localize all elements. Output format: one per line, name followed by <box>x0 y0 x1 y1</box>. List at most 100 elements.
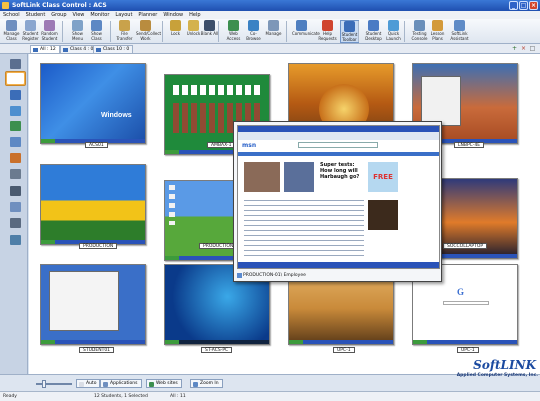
web-access-icon <box>228 20 239 31</box>
applications-button[interactable] <box>9 136 22 148</box>
zoom-in-button[interactable]: Zoom In <box>190 379 223 388</box>
toolbar-label: Quick Launch <box>386 31 401 41</box>
quick-launch-button[interactable]: Quick Launch <box>384 20 403 41</box>
menu-group[interactable]: Group <box>51 11 66 19</box>
audio-button[interactable] <box>9 89 22 101</box>
tab-all[interactable]: All : 12 <box>30 45 60 53</box>
blank-all-button[interactable]: Blank All <box>200 20 219 37</box>
assistant-icon <box>454 20 465 31</box>
monitor-button[interactable] <box>9 152 22 164</box>
student-name: ACS01 <box>85 142 108 148</box>
student-register-button[interactable]: Student Register <box>21 20 40 41</box>
auto-button[interactable]: Auto <box>76 379 101 388</box>
menu-student[interactable]: Student <box>26 11 46 19</box>
minimize-button[interactable]: _ <box>509 1 518 10</box>
lock-button[interactable]: Lock <box>166 20 185 37</box>
show-class-button[interactable]: Show Class <box>87 20 106 41</box>
toolbar-label: Communicate <box>292 31 320 36</box>
home-button[interactable] <box>9 58 22 70</box>
add-tab-button[interactable]: + <box>511 45 518 52</box>
student-thumbnail[interactable]: Windows <box>40 63 146 144</box>
camera-button[interactable] <box>9 185 22 197</box>
tab-label: Class 4 : 0 <box>70 47 94 52</box>
register-icon <box>25 20 36 31</box>
tab-label: All : 12 <box>40 47 56 52</box>
toolbar-separator <box>110 21 111 42</box>
student-name: UPC-1 <box>457 347 479 353</box>
manage-class-button[interactable]: Manage Class <box>2 20 21 41</box>
class-icon <box>33 47 38 52</box>
toolbar-label: Show Class <box>91 31 102 41</box>
close-button[interactable]: × <box>529 1 538 10</box>
web-sites-button[interactable]: Web sites <box>146 379 182 388</box>
tab-class-10[interactable]: Class 10 : 0 <box>93 45 134 53</box>
menu-monitor[interactable]: Monitor <box>90 11 109 19</box>
maximize-button[interactable]: □ <box>519 1 528 10</box>
help-requests-button[interactable]: Help Requests <box>318 20 337 41</box>
toolbar-label: Testing Console <box>411 31 428 41</box>
co-browse-button[interactable]: Co-Browse <box>244 20 263 41</box>
applications-button[interactable]: Applications <box>100 379 142 388</box>
lesson-plans-button[interactable]: Lesson Plans <box>428 20 447 41</box>
menu-view[interactable]: View <box>73 11 85 19</box>
random-student-icon <box>44 20 55 31</box>
student-thumbnail[interactable] <box>40 164 146 245</box>
student-name: ST-ACS-PC <box>201 347 233 353</box>
headline[interactable]: Super tests: How long will Harbaugh go? <box>320 162 360 180</box>
headset-icon <box>10 106 21 116</box>
send-collect-work-button[interactable]: Send/Collect Work <box>136 20 162 41</box>
student-toolbar-button[interactable]: Student Toolbar <box>340 20 359 43</box>
student-screen[interactable]: msn Super tests: How long will Harbaugh … <box>237 125 440 269</box>
menu-planner[interactable]: Planner <box>138 11 157 19</box>
usb-icon <box>10 218 21 228</box>
tab-class-4[interactable]: Class 4 : 0 <box>60 45 98 53</box>
co-browse-icon <box>248 20 259 31</box>
softlink-assistant-button[interactable]: SoftLink Assistant <box>450 20 469 41</box>
communicate-button[interactable]: Communicate <box>292 20 320 37</box>
random-student-button[interactable]: Random Student <box>40 20 59 41</box>
monitor-activity-button[interactable] <box>9 234 22 246</box>
toolbar-separator <box>62 21 63 42</box>
audio-icon <box>10 90 21 100</box>
brand-company: Applied Computer Systems, Inc. <box>456 373 538 378</box>
web-sites-label: Web sites <box>156 381 178 386</box>
testing-console-button[interactable]: Testing Console <box>410 20 429 41</box>
class-icon <box>96 47 101 52</box>
home-icon <box>10 59 21 69</box>
web-button[interactable] <box>9 120 22 132</box>
title-bar: SoftLink Class Control : ACS _ □ × <box>0 0 540 11</box>
menu-window[interactable]: Window <box>163 11 183 19</box>
slider-handle[interactable] <box>42 380 46 388</box>
print-icon <box>10 169 21 179</box>
menu-layout[interactable]: Layout <box>115 11 132 19</box>
tab-label: Class 10 : 0 <box>103 47 130 52</box>
headset-button[interactable] <box>9 105 22 117</box>
quick-launch-icon <box>388 20 399 31</box>
thumbnails-button[interactable] <box>5 71 26 86</box>
testing-console-icon <box>414 20 425 31</box>
restore-tab-button[interactable]: □ <box>529 45 536 52</box>
usb-button[interactable] <box>9 217 22 229</box>
student-thumbnail[interactable] <box>40 264 146 345</box>
print-button[interactable] <box>9 168 22 180</box>
menu-help[interactable]: Help <box>189 11 200 19</box>
status-text: Ready <box>3 394 17 399</box>
toolbar-label: Student Register <box>22 31 39 41</box>
web-icon <box>149 381 154 387</box>
remove-tab-button[interactable]: × <box>520 45 527 52</box>
toolbar-label: Student Desktop <box>365 31 382 41</box>
free-badge: FREE <box>368 162 398 192</box>
send-collect-icon <box>140 20 151 31</box>
toolbar-separator <box>162 21 163 42</box>
file-transfer-button[interactable]: File Transfer <box>115 20 134 41</box>
web-access-button[interactable]: Web Access <box>224 20 243 41</box>
expanded-student-preview[interactable]: msn Super tests: How long will Harbaugh … <box>233 121 442 282</box>
show-menu-button[interactable]: Show Menu <box>68 20 87 41</box>
zoom-slider[interactable] <box>36 380 72 388</box>
menu-school[interactable]: School <box>3 11 20 19</box>
student-desktop-button[interactable]: Student Desktop <box>364 20 383 41</box>
manage-button[interactable]: Manage <box>264 20 283 37</box>
search-button[interactable] <box>9 201 22 213</box>
toolbar-label: File Transfer <box>116 31 133 41</box>
toolbar-label: Send/Collect Work <box>136 31 162 41</box>
